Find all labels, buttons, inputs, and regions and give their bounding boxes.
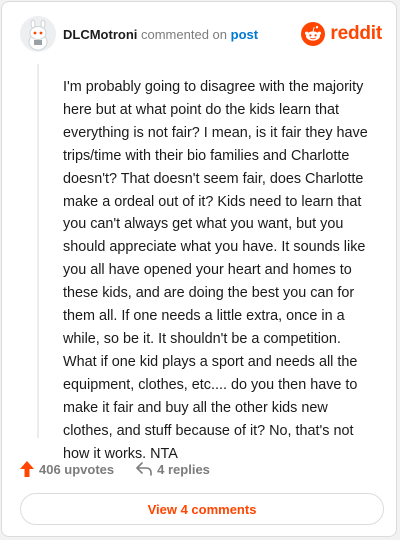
upvote-arrow-icon (20, 461, 34, 477)
reddit-wordmark: reddit (330, 23, 382, 44)
snoo-avatar-icon[interactable] (20, 16, 56, 52)
post-link[interactable]: post (231, 27, 258, 42)
comment-body: I'm probably going to disagree with the … (63, 79, 368, 462)
reply-count: 4 replies (157, 461, 210, 477)
comment-header: DLCMotroni commented on post reddit (20, 16, 382, 56)
comment-actions: 406 upvotes 4 replies (20, 458, 210, 480)
reddit-logo[interactable]: reddit (301, 21, 382, 47)
comment-card: DLCMotroni commented on post reddit I'm … (1, 1, 397, 537)
username-link[interactable]: DLCMotroni (63, 27, 137, 42)
view-comments-button[interactable]: View 4 comments (20, 493, 384, 525)
reply-arrow-icon (136, 462, 152, 476)
commented-on-label: commented on (141, 27, 227, 42)
reply-button[interactable]: 4 replies (136, 462, 210, 477)
thread-line (37, 64, 39, 438)
reddit-snoo-icon (301, 22, 326, 46)
upvote-count: 406 upvotes (39, 461, 115, 477)
upvote-button[interactable]: 406 upvotes (20, 461, 114, 477)
comment-meta: DLCMotroni commented on post (63, 27, 258, 42)
